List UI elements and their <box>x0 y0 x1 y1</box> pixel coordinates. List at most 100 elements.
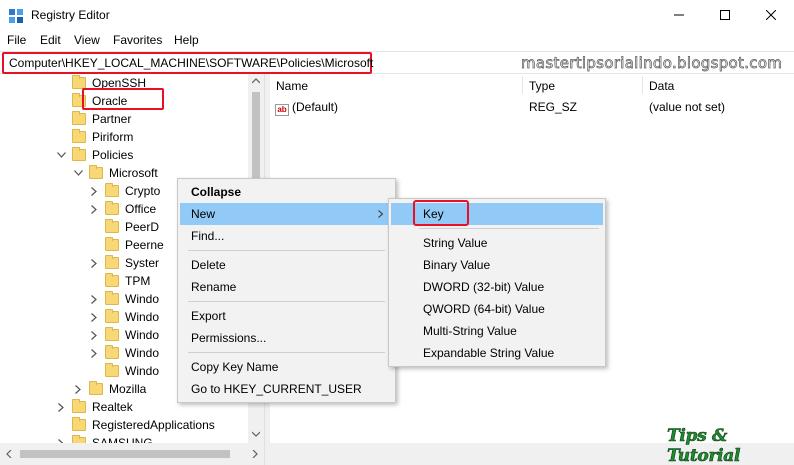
chevron-right-icon[interactable] <box>89 348 99 358</box>
value-type-cell: REG_SZ <box>529 100 578 114</box>
context-menu-item-permissions[interactable]: Permissions... <box>180 327 393 349</box>
scroll-left-arrow-icon[interactable] <box>6 450 12 458</box>
menu-item-label: Multi-String Value <box>423 324 517 338</box>
tree-item-windo[interactable]: Windo <box>89 362 159 380</box>
minimize-icon <box>674 14 684 16</box>
submenu-item-dword-32-bit-value[interactable]: DWORD (32-bit) Value <box>391 276 603 298</box>
chevron-right-icon[interactable] <box>89 204 99 214</box>
context-menu-item-go-to-hkey-current-user[interactable]: Go to HKEY_CURRENT_USER <box>180 378 393 400</box>
value-data-cell: (value not set) <box>649 100 726 114</box>
menu-item-label: Export <box>191 309 226 323</box>
submenu-item-qword-64-bit-value[interactable]: QWORD (64-bit) Value <box>391 298 603 320</box>
menu-item-label: Go to HKEY_CURRENT_USER <box>191 382 362 396</box>
menu-file[interactable]: File <box>7 33 26 47</box>
chevron-right-icon[interactable] <box>89 294 99 304</box>
context-menu-item-collapse[interactable]: Collapse <box>180 181 393 203</box>
menu-view[interactable]: View <box>74 33 100 47</box>
tree-item-label: Windo <box>125 346 160 360</box>
minimize-button[interactable] <box>656 0 702 30</box>
tree-item-windo[interactable]: Windo <box>89 308 159 326</box>
context-menu: Collapse New Find... Delete Rename Export Perm… <box>177 178 396 403</box>
tree-item-label: Windo <box>125 310 160 324</box>
context-menu-item-delete[interactable]: Delete <box>180 254 393 276</box>
chevron-right-icon[interactable] <box>89 258 99 268</box>
maximize-button[interactable] <box>702 0 748 30</box>
tree-item-partner[interactable]: Partner <box>56 110 131 128</box>
tree-item-label: PeerD <box>125 220 160 234</box>
tree-hscroll-thumb[interactable] <box>20 450 230 458</box>
submenu-item-binary-value[interactable]: Binary Value <box>391 254 603 276</box>
folder-icon <box>105 309 119 323</box>
context-menu-item-copy-key-name[interactable]: Copy Key Name <box>180 356 393 378</box>
chevron-right-icon[interactable] <box>89 186 99 196</box>
column-separator[interactable] <box>522 76 523 94</box>
tree-item-label: SAMSUNG <box>92 436 153 443</box>
tree-item-syster[interactable]: Syster <box>89 254 159 272</box>
submenu-item-string-value[interactable]: String Value <box>391 232 603 254</box>
tree-item-registeredapplications[interactable]: RegisteredApplications <box>56 416 215 434</box>
tree-item-realtek[interactable]: Realtek <box>56 398 133 416</box>
chevron-down-icon[interactable] <box>56 150 66 160</box>
tree-item-office[interactable]: Office <box>89 200 156 218</box>
column-header-type[interactable]: Type <box>529 79 555 93</box>
tree-horizontal-scrollbar[interactable] <box>0 443 264 465</box>
tree-item-windo[interactable]: Windo <box>89 326 159 344</box>
folder-icon <box>105 327 119 341</box>
tree-item-windo[interactable]: Windo <box>89 290 159 308</box>
submenu-item-multi-string-value[interactable]: Multi-String Value <box>391 320 603 342</box>
window-title: Registry Editor <box>31 8 110 22</box>
tree-item-crypto[interactable]: Crypto <box>89 182 160 200</box>
submenu-item-expandable-string-value[interactable]: Expandable String Value <box>391 342 603 364</box>
context-menu-item-find[interactable]: Find... <box>180 225 393 247</box>
folder-icon <box>105 273 119 287</box>
context-menu-item-rename[interactable]: Rename <box>180 276 393 298</box>
menu-item-label: New <box>191 207 216 221</box>
address-input[interactable]: Computer\HKEY_LOCAL_MACHINE\SOFTWARE\Pol… <box>2 52 373 74</box>
menu-item-label: DWORD (32-bit) Value <box>423 280 545 294</box>
tree-item-microsoft[interactable]: Microsoft <box>73 164 158 182</box>
scroll-right-arrow-icon[interactable] <box>252 450 258 458</box>
folder-icon <box>105 363 119 377</box>
column-separator[interactable] <box>642 76 643 94</box>
chevron-right-icon[interactable] <box>89 312 99 322</box>
context-menu-item-new[interactable]: New <box>180 203 393 225</box>
tree-item-piriform[interactable]: Piriform <box>56 128 133 146</box>
string-value-icon: ab <box>275 104 289 116</box>
tree-item-label: Office <box>125 202 157 216</box>
address-bar: Computer\HKEY_LOCAL_MACHINE\SOFTWARE\Pol… <box>0 51 794 74</box>
tree-item-windo[interactable]: Windo <box>89 344 159 362</box>
menu-edit[interactable]: Edit <box>40 33 61 47</box>
menu-separator <box>188 301 385 302</box>
chevron-right-icon[interactable] <box>56 402 66 412</box>
chevron-right-icon[interactable] <box>89 330 99 340</box>
chevron-right-icon[interactable] <box>73 384 83 394</box>
context-menu-item-export[interactable]: Export <box>180 305 393 327</box>
chevron-down-icon[interactable] <box>73 168 83 178</box>
column-header-name[interactable]: Name <box>276 79 308 93</box>
tree-item-tpm[interactable]: TPM <box>89 272 150 290</box>
menu-favorites[interactable]: Favorites <box>113 33 162 47</box>
menu-item-label: QWORD (64-bit) Value <box>423 302 545 316</box>
tree-item-peerne[interactable]: Peerne <box>89 236 164 254</box>
tree-item-label: Mozilla <box>109 382 147 396</box>
tree-item-policies[interactable]: Policies <box>56 146 133 164</box>
scroll-up-arrow-icon[interactable] <box>252 78 260 84</box>
close-button[interactable] <box>748 0 794 30</box>
tree-item-label: Crypto <box>125 184 161 198</box>
tree-item-label: Windo <box>125 292 160 306</box>
tree-item-samsung[interactable]: SAMSUNG <box>56 434 153 443</box>
tree-item-label: Windo <box>125 328 160 342</box>
tree-item-mozilla[interactable]: Mozilla <box>73 380 146 398</box>
tree-item-peerd[interactable]: PeerD <box>89 218 159 236</box>
close-icon <box>766 10 776 20</box>
menu-help[interactable]: Help <box>174 33 199 47</box>
column-header-data[interactable]: Data <box>649 79 674 93</box>
title-bar: Registry Editor <box>0 0 794 30</box>
folder-icon <box>72 147 86 161</box>
menu-separator <box>188 352 385 353</box>
scroll-down-arrow-icon[interactable] <box>252 431 260 437</box>
